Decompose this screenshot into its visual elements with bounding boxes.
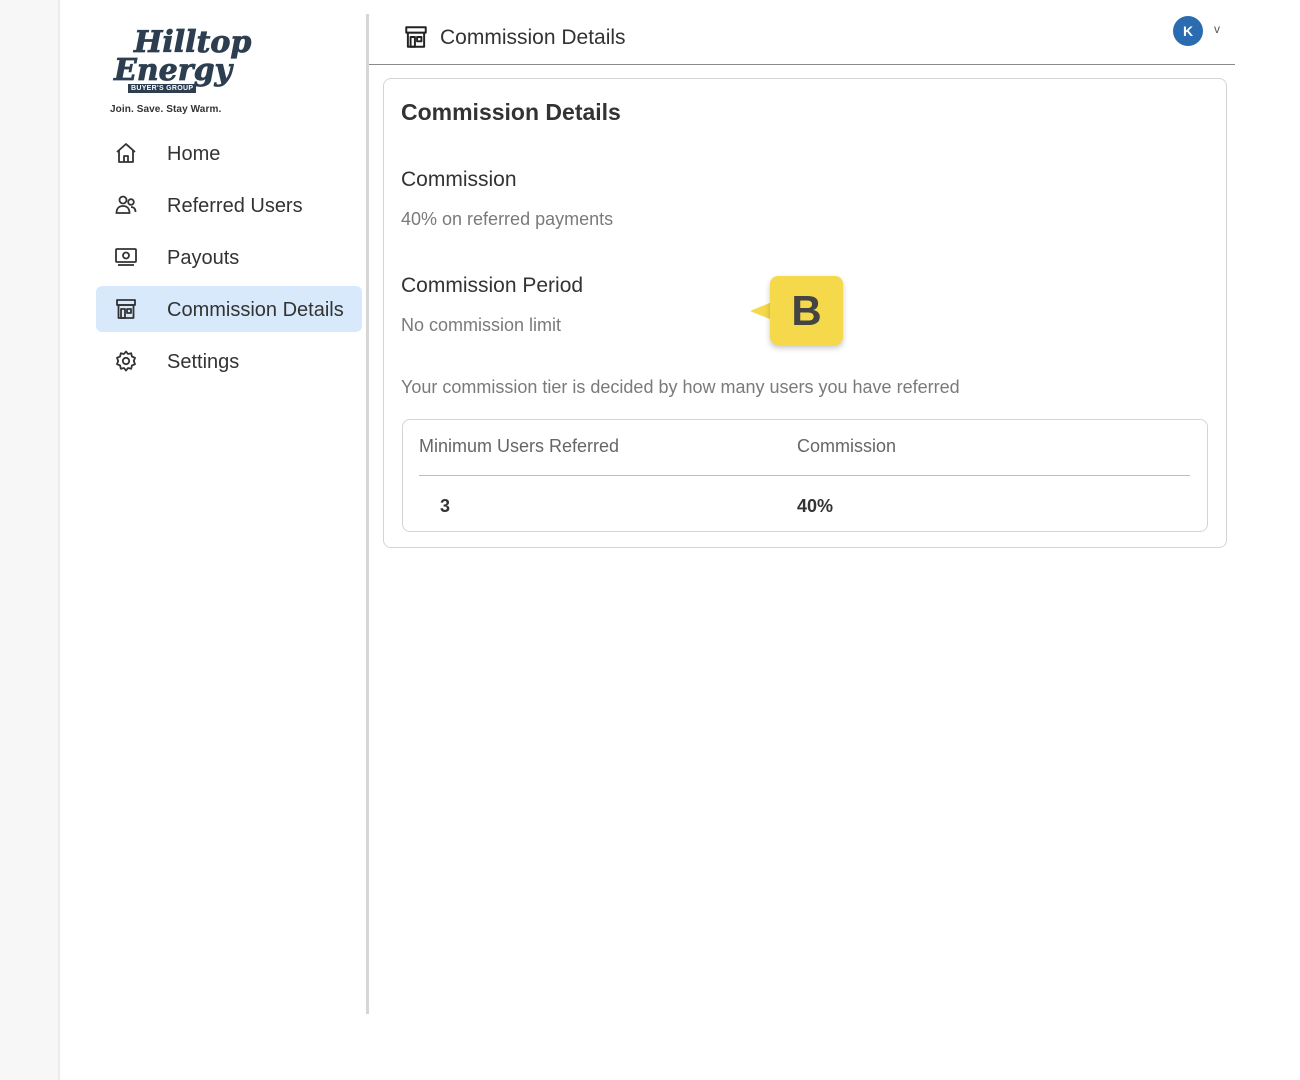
avatar[interactable]: K (1173, 16, 1203, 46)
page-header: Commission Details K v (369, 14, 1235, 65)
sidebar-item-settings[interactable]: Settings (96, 338, 362, 384)
sidebar-nav: Home Referred Users Payouts Commission D… (96, 130, 362, 390)
sidebar-divider (366, 14, 369, 1014)
sidebar-item-label: Home (167, 143, 221, 165)
tier-note: Your commission tier is decided by how m… (401, 377, 960, 397)
page-title: Commission Details (440, 26, 626, 49)
marker-pointer (750, 302, 772, 320)
storefront-icon (403, 24, 429, 50)
users-icon (114, 193, 138, 217)
storefront-icon (114, 297, 138, 321)
gear-icon (114, 349, 138, 373)
sidebar-item-commission-details[interactable]: Commission Details (96, 286, 362, 332)
table-cell-min-users: 3 (440, 496, 451, 516)
column-header-min-users: Minimum Users Referred (419, 436, 620, 456)
chevron-down-icon[interactable]: v (1214, 22, 1220, 36)
sidebar: Hilltop Energy BUYER'S GROUP Join. Save.… (96, 0, 401, 1020)
table-header-divider (419, 475, 1190, 476)
annotation-marker: B (770, 276, 843, 345)
card-title: Commission Details (401, 99, 621, 125)
sidebar-item-referred-users[interactable]: Referred Users (96, 182, 362, 228)
logo-wordmark: Hilltop Energy (113, 25, 252, 89)
commission-period-value: No commission limit (401, 315, 562, 335)
sidebar-item-label: Referred Users (167, 195, 303, 217)
column-header-commission: Commission (797, 436, 897, 456)
commission-value: 40% on referred payments (401, 209, 614, 229)
logo-badge: BUYER'S GROUP (128, 84, 197, 93)
money-icon (114, 245, 138, 269)
sidebar-item-home[interactable]: Home (96, 130, 362, 176)
commission-label: Commission (401, 168, 517, 191)
home-icon (114, 141, 138, 165)
sidebar-item-payouts[interactable]: Payouts (96, 234, 362, 280)
svg-text:Energy: Energy (113, 53, 235, 88)
app-page: Hilltop Energy BUYER'S GROUP Join. Save.… (60, 0, 1300, 1080)
commission-tier-table: Minimum Users Referred Commission 3 40% (402, 419, 1208, 532)
table-cell-commission: 40% (797, 496, 834, 516)
sidebar-item-label: Payouts (167, 247, 240, 269)
sidebar-item-label: Commission Details (167, 299, 344, 321)
brand-tagline: Join. Save. Stay Warm. (110, 104, 222, 115)
commission-period-label: Commission Period (401, 274, 584, 297)
sidebar-item-label: Settings (167, 351, 240, 373)
